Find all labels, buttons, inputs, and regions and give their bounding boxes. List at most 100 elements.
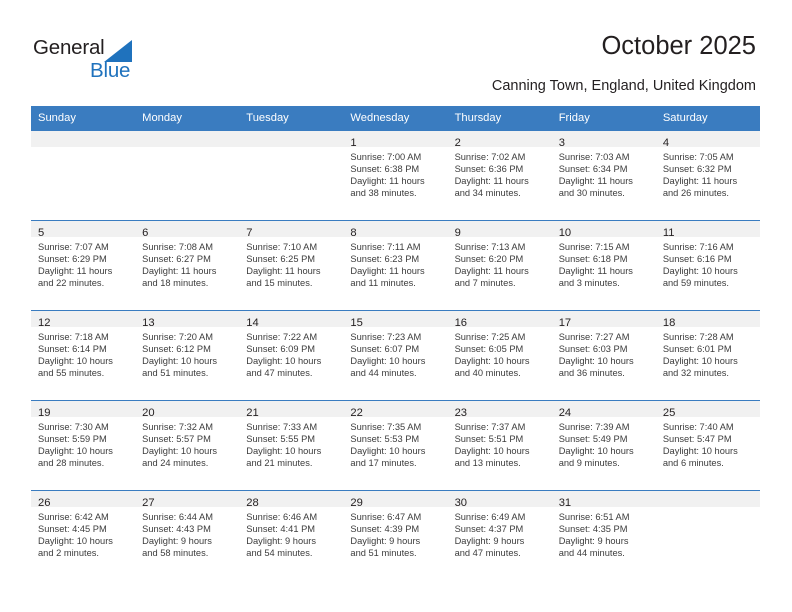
calendar-day-cell[interactable]: 5 Sunrise: 7:07 AM Sunset: 6:29 PM Daylight…: [31, 220, 136, 311]
calendar-day-cell[interactable]: 11 Sunrise: 7:16 AM Sunset: 6:16 PM Dayligh…: [655, 220, 760, 311]
sunrise-text: Sunrise: 7:32 AM: [142, 422, 213, 432]
calendar-day-cell[interactable]: 26 Sunrise: 6:42 AM Sunset: 4:45 PM Dayligh…: [31, 490, 136, 580]
calendar-day-cell[interactable]: 29 Sunrise: 6:47 AM Sunset: 4:39 PM Dayligh…: [343, 490, 448, 580]
sunrise-text: Sunrise: 7:16 AM: [662, 242, 734, 252]
sunrise-text: Sunrise: 6:46 AM: [246, 512, 318, 522]
sunset-text: Sunset: 6:20 PM: [454, 254, 524, 265]
daylight-text-line1: Daylight: 11 hours: [350, 176, 425, 187]
day-cell-inner: 20 Sunrise: 7:32 AM Sunset: 5:57 PM Dayligh…: [135, 401, 240, 490]
page-title: October 2025: [601, 32, 756, 60]
day-cell-details: Sunrise: 7:30 AM Sunset: 5:59 PM Daylight:…: [31, 417, 135, 469]
general-blue-logo[interactable]: General Blue: [33, 36, 163, 86]
calendar-day-cell[interactable]: 4 Sunrise: 7:05 AM Sunset: 6:32 PM Daylight…: [655, 131, 760, 221]
daylight-text-line1: Daylight: 11 hours: [38, 266, 113, 277]
calendar-day-cell[interactable]: 31 Sunrise: 6:51 AM Sunset: 4:35 PM Dayligh…: [551, 490, 656, 580]
sunrise-text: Sunrise: 7:05 AM: [662, 152, 734, 162]
day-number-band: 25: [655, 401, 760, 419]
day-cell-inner: 9 Sunrise: 7:13 AM Sunset: 6:20 PM Daylight…: [447, 221, 552, 310]
daylight-text-line1: Daylight: 10 hours: [142, 446, 218, 457]
calendar-day-cell[interactable]: 13 Sunrise: 7:20 AM Sunset: 6:12 PM Dayligh…: [135, 310, 240, 401]
calendar-day-cell[interactable]: 12 Sunrise: 7:18 AM Sunset: 6:14 PM Dayligh…: [31, 310, 136, 401]
daylight-text-line2: and 54 minutes.: [246, 548, 313, 559]
day-cell-inner: 25 Sunrise: 7:40 AM Sunset: 5:47 PM Dayligh…: [655, 401, 760, 490]
daylight-text-line1: Daylight: 10 hours: [38, 446, 113, 457]
calendar-grid: Sunday Monday Tuesday Wednesday Thursday Frid…: [31, 106, 760, 580]
calendar-day-cell[interactable]: 21 Sunrise: 7:33 AM Sunset: 5:55 PM Dayligh…: [239, 400, 344, 491]
sunrise-text: Sunrise: 7:18 AM: [38, 332, 109, 342]
calendar-day-cell[interactable]: 14 Sunrise: 7:22 AM Sunset: 6:09 PM Dayligh…: [239, 310, 344, 401]
day-number: 4: [662, 137, 670, 149]
day-cell-inner: 24 Sunrise: 7:39 AM Sunset: 5:49 PM Dayligh…: [551, 401, 656, 490]
daylight-text-line2: and 47 minutes.: [454, 548, 521, 559]
calendar-day-cell[interactable]: 1 Sunrise: 7:00 AM Sunset: 6:38 PM Daylight…: [343, 131, 448, 221]
calendar-day-cell[interactable]: 24 Sunrise: 7:39 AM Sunset: 5:49 PM Dayligh…: [551, 400, 656, 491]
daylight-text-line2: and 58 minutes.: [142, 548, 209, 559]
day-number-band: 28: [239, 491, 344, 509]
calendar-day-cell[interactable]: 25 Sunrise: 7:40 AM Sunset: 5:47 PM Dayligh…: [655, 400, 760, 491]
sunset-text: Sunset: 4:43 PM: [142, 524, 211, 535]
calendar-day-cell[interactable]: 7 Sunrise: 7:10 AM Sunset: 6:25 PM Daylight…: [239, 220, 344, 311]
day-cell-inner: 18 Sunrise: 7:28 AM Sunset: 6:01 PM Dayligh…: [655, 311, 760, 400]
calendar-day-cell[interactable]: 6 Sunrise: 7:08 AM Sunset: 6:27 PM Daylight…: [135, 220, 240, 311]
calendar-day-cell[interactable]: 8 Sunrise: 7:11 AM Sunset: 6:23 PM Daylight…: [343, 220, 448, 311]
daylight-text-line1: Daylight: 11 hours: [662, 176, 738, 187]
day-number: 16: [454, 317, 468, 329]
daylight-text-line1: Daylight: 9 hours: [246, 536, 317, 547]
calendar-day-cell[interactable]: 17 Sunrise: 7:27 AM Sunset: 6:03 PM Dayligh…: [551, 310, 656, 401]
day-number-band: 20: [135, 401, 240, 419]
daylight-text-line1: Daylight: 11 hours: [558, 266, 633, 277]
day-number-band: 18: [655, 311, 760, 329]
day-cell-details: Sunrise: 7:13 AM Sunset: 6:20 PM Daylight:…: [448, 237, 552, 289]
daylight-text-line1: Daylight: 11 hours: [142, 266, 217, 277]
day-number: 23: [454, 407, 468, 419]
sunrise-text: Sunrise: 6:47 AM: [350, 512, 422, 522]
sunset-text: Sunset: 6:36 PM: [454, 164, 524, 175]
day-cell-details: Sunrise: 7:20 AM Sunset: 6:12 PM Daylight:…: [135, 327, 239, 379]
daylight-text-line1: Daylight: 11 hours: [558, 176, 633, 187]
day-cell-details: [31, 147, 135, 151]
calendar-day-cell[interactable]: 19 Sunrise: 7:30 AM Sunset: 5:59 PM Dayligh…: [31, 400, 136, 491]
day-number-band: 11: [655, 221, 760, 239]
daylight-text-line1: Daylight: 10 hours: [350, 356, 426, 367]
day-cell-details: Sunrise: 7:18 AM Sunset: 6:14 PM Daylight:…: [31, 327, 135, 379]
day-cell-inner: 12 Sunrise: 7:18 AM Sunset: 6:14 PM Dayligh…: [31, 311, 136, 400]
calendar-day-cell[interactable]: 10 Sunrise: 7:15 AM Sunset: 6:18 PM Dayligh…: [551, 220, 656, 311]
day-number: 29: [350, 497, 363, 509]
sunset-text: Sunset: 5:57 PM: [142, 434, 211, 445]
sunrise-text: Sunrise: 7:22 AM: [246, 332, 318, 342]
day-number-band: 30: [447, 491, 552, 509]
calendar-day-cell[interactable]: 18 Sunrise: 7:28 AM Sunset: 6:01 PM Dayligh…: [655, 310, 760, 401]
daylight-text-line2: and 11 minutes.: [350, 278, 416, 289]
day-number-band: 13: [135, 311, 240, 329]
daylight-text-line2: and 15 minutes.: [246, 278, 313, 289]
weekday-header-friday: Friday: [551, 106, 656, 131]
sunset-text: Sunset: 4:37 PM: [454, 524, 524, 535]
calendar-day-cell[interactable]: 28 Sunrise: 6:46 AM Sunset: 4:41 PM Dayligh…: [239, 490, 344, 580]
calendar-day-cell[interactable]: 9 Sunrise: 7:13 AM Sunset: 6:20 PM Daylight…: [447, 220, 552, 311]
daylight-text-line1: Daylight: 11 hours: [454, 266, 529, 277]
weekday-header-saturday: Saturday: [655, 106, 760, 131]
daylight-text-line2: and 6 minutes.: [662, 458, 724, 469]
calendar-day-cell[interactable]: 3 Sunrise: 7:03 AM Sunset: 6:34 PM Daylight…: [551, 131, 656, 221]
calendar-day-cell[interactable]: 23 Sunrise: 7:37 AM Sunset: 5:51 PM Dayligh…: [447, 400, 552, 491]
day-number-band: [135, 131, 240, 147]
calendar-day-cell[interactable]: 27 Sunrise: 6:44 AM Sunset: 4:43 PM Dayligh…: [135, 490, 240, 580]
sunrise-text: Sunrise: 6:49 AM: [454, 512, 526, 522]
sunset-text: Sunset: 5:53 PM: [350, 434, 420, 445]
sunset-text: Sunset: 5:51 PM: [454, 434, 524, 445]
day-cell-inner: 30 Sunrise: 6:49 AM Sunset: 4:37 PM Dayligh…: [447, 491, 552, 580]
calendar-day-cell[interactable]: 30 Sunrise: 6:49 AM Sunset: 4:37 PM Dayligh…: [447, 490, 552, 580]
day-number: 15: [350, 317, 363, 329]
sunrise-text: Sunrise: 7:25 AM: [454, 332, 526, 342]
daylight-text-line2: and 55 minutes.: [38, 368, 105, 379]
calendar-day-cell[interactable]: 16 Sunrise: 7:25 AM Sunset: 6:05 PM Dayligh…: [447, 310, 552, 401]
calendar-day-cell[interactable]: 15 Sunrise: 7:23 AM Sunset: 6:07 PM Dayligh…: [343, 310, 448, 401]
logo-text-blue: Blue: [90, 59, 131, 82]
calendar-day-cell[interactable]: 22 Sunrise: 7:35 AM Sunset: 5:53 PM Dayligh…: [343, 400, 448, 491]
day-cell-inner: 14 Sunrise: 7:22 AM Sunset: 6:09 PM Dayligh…: [239, 311, 344, 400]
calendar-day-cell[interactable]: 2 Sunrise: 7:02 AM Sunset: 6:36 PM Daylight…: [447, 131, 552, 221]
day-number: 31: [558, 497, 572, 509]
day-number: 17: [558, 317, 572, 329]
daylight-text-line2: and 34 minutes.: [454, 188, 521, 199]
calendar-day-cell[interactable]: 20 Sunrise: 7:32 AM Sunset: 5:57 PM Dayligh…: [135, 400, 240, 491]
